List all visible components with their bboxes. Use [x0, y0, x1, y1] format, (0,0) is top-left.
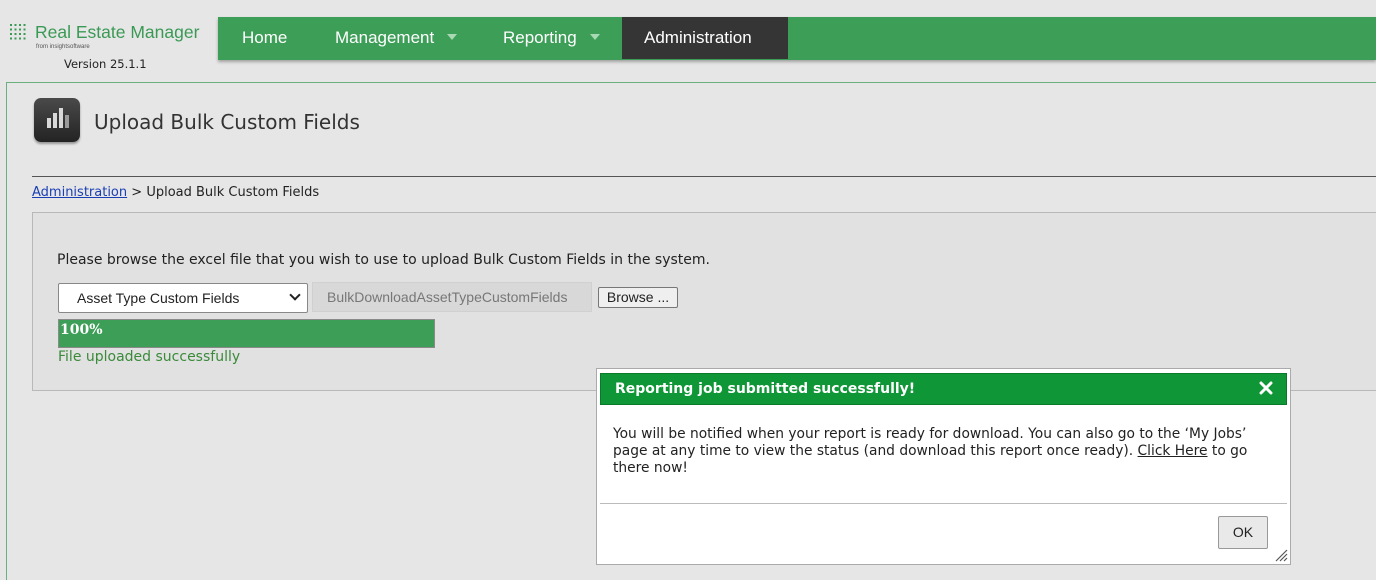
nav-management[interactable]: Management: [335, 17, 458, 59]
my-jobs-link[interactable]: Click Here: [1138, 443, 1208, 459]
nav-administration-label: Administration: [644, 28, 752, 47]
upload-status-message: File uploaded successfully: [58, 349, 241, 365]
nav-management-label: Management: [335, 28, 435, 47]
breadcrumb: Administration > Upload Bulk Custom Fiel…: [32, 185, 319, 200]
custom-field-type-value: Asset Type Custom Fields: [77, 290, 240, 306]
upload-instructions: Please browse the excel file that you wi…: [57, 252, 710, 268]
nav-reporting-label: Reporting: [503, 28, 577, 47]
upload-progress-bar: 100%: [58, 319, 435, 348]
browse-button[interactable]: Browse ...: [598, 287, 678, 308]
custom-field-type-select[interactable]: Asset Type Custom Fields: [58, 283, 308, 313]
file-name-field[interactable]: BulkDownloadAssetTypeCustomFields: [312, 282, 592, 312]
nav-reporting[interactable]: Reporting: [503, 17, 600, 59]
breadcrumb-administration-link[interactable]: Administration: [32, 185, 127, 200]
nav-administration[interactable]: Administration: [622, 17, 788, 59]
nav-home-label: Home: [242, 28, 288, 47]
dialog-message: You will be notified when your report is…: [613, 426, 1263, 477]
resize-grip-icon[interactable]: [1274, 548, 1288, 562]
report-submitted-dialog: Reporting job submitted successfully! Yo…: [596, 368, 1291, 565]
main-nav: Home Management Reporting Administration: [218, 17, 1376, 60]
logo-subtitle: from insightsoftware: [36, 44, 90, 50]
dialog-title: Reporting job submitted successfully!: [615, 381, 916, 397]
close-icon[interactable]: [1258, 380, 1274, 396]
app-logo[interactable]: Real Estate Manager from insightsoftware…: [10, 22, 210, 74]
nav-home[interactable]: Home: [242, 17, 287, 59]
chevron-down-icon: [289, 289, 301, 301]
bulk-upload-icon: [34, 98, 80, 142]
caret-down-icon: [589, 33, 600, 40]
title-divider: [32, 176, 1376, 177]
version-label: Version 25.1.1: [64, 57, 147, 71]
upload-progress-label: 100%: [60, 322, 103, 338]
logo-title: Real Estate Manager: [35, 22, 200, 42]
upload-progress-fill: [59, 320, 434, 347]
breadcrumb-current: Upload Bulk Custom Fields: [146, 185, 320, 200]
breadcrumb-separator: >: [127, 185, 147, 200]
ok-button[interactable]: OK: [1218, 516, 1268, 549]
dialog-divider: [600, 503, 1287, 504]
caret-down-icon: [447, 33, 458, 40]
page-title: Upload Bulk Custom Fields: [94, 110, 360, 134]
logo-grid-icon: [10, 24, 26, 40]
dialog-header: Reporting job submitted successfully!: [600, 373, 1287, 405]
